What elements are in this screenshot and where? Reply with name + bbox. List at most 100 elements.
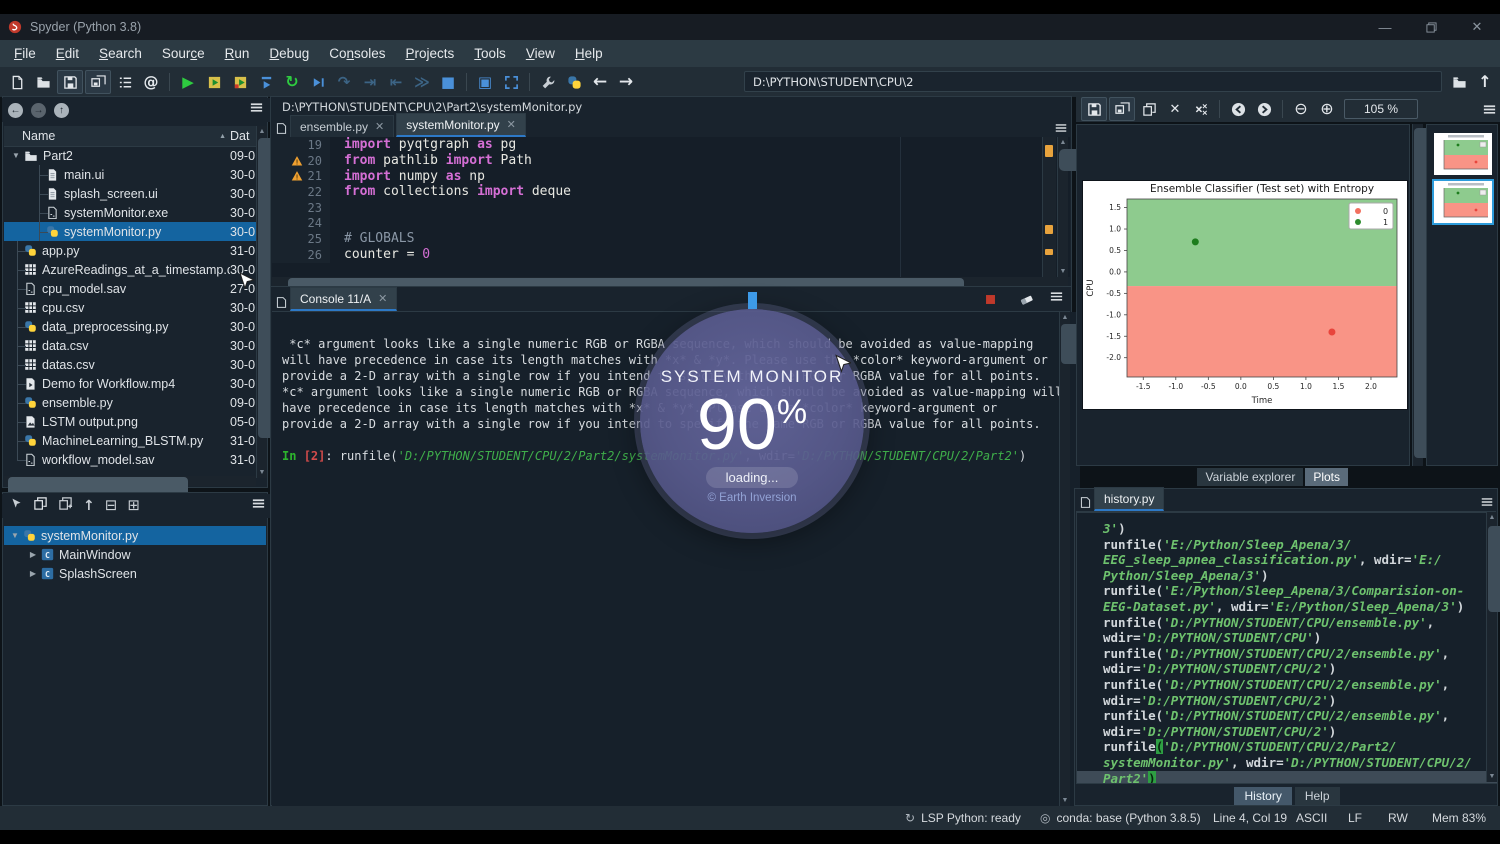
history-log[interactable]: 3')runfile('E:/Python/Sleep_Apena/3/EEG_…	[1076, 512, 1498, 784]
menu-edit[interactable]: Edit	[46, 46, 89, 61]
explorer-vscrollbar[interactable]: ▲ ▼	[256, 126, 267, 478]
file-row[interactable]: datas.csv30-0	[4, 355, 256, 374]
rerun-icon[interactable]: ↻	[279, 70, 305, 94]
history-vscrollbar[interactable]: ▲ ▼	[1486, 512, 1497, 782]
file-row[interactable]: ▼Part209-0	[4, 146, 256, 165]
menu-source[interactable]: Source	[152, 46, 215, 61]
menu-view[interactable]: View	[516, 46, 565, 61]
outline-item[interactable]: ▼systemMonitor.py	[4, 526, 266, 545]
editor-menu-icon[interactable]	[1052, 119, 1070, 137]
editor-code-area[interactable]: 19import pyqtgraph as pg!20from pathlib …	[272, 137, 1070, 277]
python-path-icon[interactable]	[561, 70, 587, 94]
close-tab-icon[interactable]: ✕	[507, 118, 516, 131]
save-icon[interactable]	[57, 70, 83, 94]
file-row[interactable]: ensemble.py09-0	[4, 393, 256, 412]
code-analysis-icon[interactable]: @	[138, 70, 164, 94]
expander-icon[interactable]: ▶	[26, 550, 40, 559]
copy-icon[interactable]	[1136, 97, 1162, 121]
working-directory-input[interactable]	[744, 71, 1442, 92]
step-out-icon[interactable]: ⇤	[383, 70, 409, 94]
pane-tab-variable-explorer[interactable]: Variable explorer	[1197, 468, 1303, 486]
menu-help[interactable]: Help	[565, 46, 613, 61]
prev-plot-icon[interactable]	[1225, 97, 1251, 121]
new-file-icon[interactable]	[4, 70, 30, 94]
column-name[interactable]: Name	[4, 129, 219, 143]
outline-item[interactable]: ▶CMainWindow	[4, 545, 266, 564]
parent-up-icon[interactable]: ↑	[1472, 70, 1498, 94]
file-row[interactable]: MachineLearning_BLSTM.py31-0	[4, 431, 256, 450]
expander-icon[interactable]: ▼	[10, 151, 22, 160]
file-row[interactable]: AzureReadings_at_a_timestamp.csv30-0	[4, 260, 256, 279]
column-date[interactable]: Dat	[230, 129, 256, 143]
code-line[interactable]: 26counter = 0	[272, 247, 1070, 263]
maximize-button[interactable]	[1408, 14, 1454, 40]
code-line[interactable]: 23	[272, 200, 1070, 216]
menu-run[interactable]: Run	[215, 46, 260, 61]
file-row[interactable]: systemMonitor.exe30-0	[4, 203, 256, 222]
close-tab-icon[interactable]: ✕	[378, 292, 387, 305]
run-to-line-icon[interactable]	[305, 70, 331, 94]
save-all-icon[interactable]	[85, 70, 111, 94]
status-square-icon[interactable]	[977, 287, 1003, 311]
forward-icon[interactable]: →	[613, 70, 639, 94]
file-row[interactable]: cpu_model.sav27-0	[4, 279, 256, 298]
expander-icon[interactable]: ▼	[8, 531, 22, 540]
code-line[interactable]: 24	[272, 215, 1070, 231]
outline-menu-icon[interactable]	[251, 496, 266, 516]
open-icon[interactable]	[1446, 70, 1472, 94]
save-all-icon[interactable]	[1109, 97, 1135, 121]
outline-copy-plus-icon[interactable]	[58, 496, 73, 516]
editor-vscrollbar[interactable]: ▲ ▼	[1057, 137, 1068, 277]
remove-icon[interactable]: ✕	[1162, 97, 1188, 121]
open-icon[interactable]	[30, 70, 56, 94]
console-vscrollbar[interactable]: ▲ ▼	[1059, 312, 1070, 806]
outline-item[interactable]: ▶CSplashScreen	[4, 564, 266, 583]
explorer-up-icon[interactable]: ↑	[54, 103, 69, 118]
menu-consoles[interactable]: Consoles	[319, 46, 395, 61]
history-menu-icon[interactable]	[1478, 493, 1496, 511]
plots-zoom-level[interactable]: 105 %	[1344, 99, 1418, 119]
menu-file[interactable]: File	[4, 46, 46, 61]
outline-sort-up-icon[interactable]: ↑	[83, 497, 95, 515]
file-row[interactable]: data.csv30-0	[4, 336, 256, 355]
code-line[interactable]: 22from collections import deque	[272, 184, 1070, 200]
plots-vscrollbar[interactable]	[1412, 124, 1423, 466]
file-row[interactable]: cpu.csv30-0	[4, 298, 256, 317]
zoom-in-icon[interactable]: ⊕	[1314, 97, 1340, 121]
explorer-hscrollbar[interactable]	[4, 476, 256, 486]
explorer-back-icon[interactable]: ←	[8, 103, 23, 118]
plot-thumbnail[interactable]	[1434, 133, 1492, 175]
menu-projects[interactable]: Projects	[396, 46, 465, 61]
file-row[interactable]: workflow_model.sav31-0	[4, 450, 256, 469]
remove-all-icon[interactable]	[1188, 97, 1214, 121]
zoom-out-icon[interactable]: ⊖	[1288, 97, 1314, 121]
outline-copy-icon[interactable]	[33, 496, 48, 516]
close-button[interactable]: ✕	[1454, 14, 1500, 40]
explorer-forward-icon[interactable]: →	[31, 103, 46, 118]
code-line[interactable]: !21import numpy as np	[272, 168, 1070, 184]
file-row[interactable]: LSTM output.png05-0	[4, 412, 256, 431]
history-file-icon[interactable]	[1076, 493, 1094, 511]
bottom-tab-help[interactable]: Help	[1295, 787, 1340, 805]
menu-debug[interactable]: Debug	[259, 46, 319, 61]
step-into-icon[interactable]: ⇥	[357, 70, 383, 94]
menu-tools[interactable]: Tools	[464, 46, 516, 61]
run-selection-icon[interactable]	[253, 70, 279, 94]
file-row[interactable]: systemMonitor.py30-0	[4, 222, 256, 241]
preferences-icon[interactable]	[535, 70, 561, 94]
outline-go-to-cursor-icon[interactable]	[10, 497, 23, 515]
pane-tab-plots[interactable]: Plots	[1305, 468, 1348, 486]
outline-expand-icon[interactable]: ⊞	[127, 497, 140, 515]
close-tab-icon[interactable]: ✕	[375, 120, 384, 133]
expander-icon[interactable]: ▶	[26, 569, 40, 578]
save-icon[interactable]	[1081, 97, 1107, 121]
run-icon[interactable]: ▶	[175, 70, 201, 94]
code-line[interactable]: 25# GLOBALS	[272, 231, 1070, 247]
file-row[interactable]: data_preprocessing.py30-0	[4, 317, 256, 336]
back-icon[interactable]: ←	[587, 70, 613, 94]
outline-collapse-icon[interactable]: ⊟	[105, 497, 118, 515]
eraser-icon[interactable]	[1013, 287, 1039, 311]
file-row[interactable]: splash_screen.ui30-0	[4, 184, 256, 203]
run-cell-advance-icon[interactable]	[227, 70, 253, 94]
next-plot-icon[interactable]	[1251, 97, 1277, 121]
